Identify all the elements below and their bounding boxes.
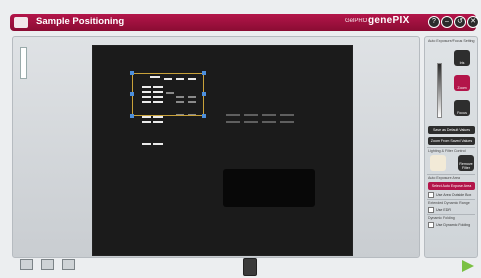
- iris-button[interactable]: Iris: [454, 50, 470, 66]
- window-title: Sample Positioning: [36, 16, 125, 27]
- home-icon[interactable]: [20, 259, 33, 270]
- brightness-slider[interactable]: [20, 47, 27, 79]
- resize-handle[interactable]: [202, 92, 206, 96]
- tray-icon[interactable]: [62, 259, 76, 270]
- drawer-knob-icon[interactable]: [243, 258, 257, 276]
- gel-layout-icon[interactable]: [41, 259, 55, 270]
- resize-handle[interactable]: [130, 71, 134, 75]
- iris-label: Iris: [459, 61, 465, 65]
- selection-box[interactable]: [132, 73, 204, 116]
- help-icon[interactable]: ?: [428, 16, 440, 28]
- divider: [427, 199, 475, 200]
- zoom-button[interactable]: Zoom: [454, 75, 470, 91]
- use-edr-checkbox[interactable]: Use EDR: [428, 207, 451, 213]
- select-area-button[interactable]: Select Auto Expose Area: [428, 182, 475, 190]
- filter-label: Remove Filter: [459, 162, 473, 170]
- brand-genepix: genePIX: [368, 15, 410, 26]
- ext-dynamic-section-label: Extended Dynamic Range: [428, 201, 470, 205]
- title-bar: Sample Positioning GelPRO genePIX ? – ↺ …: [10, 14, 479, 31]
- divider: [427, 147, 475, 148]
- minimize-icon[interactable]: –: [441, 16, 453, 28]
- save-default-button[interactable]: Save as Default Values: [428, 126, 475, 134]
- zoom-saved-button[interactable]: Zoom From Saved Values: [428, 137, 475, 145]
- resize-handle[interactable]: [202, 114, 206, 118]
- resize-handle[interactable]: [202, 71, 206, 75]
- divider: [427, 174, 475, 175]
- remove-filter-button[interactable]: Remove Filter: [458, 155, 474, 171]
- arrow-right-icon[interactable]: [462, 260, 474, 272]
- lighting-section-label: Lighting & Filter Control: [428, 149, 466, 153]
- brand-gelpro: GelPRO: [345, 18, 368, 24]
- dynamic-folding-section-label: Dynamic Folding: [428, 216, 455, 220]
- divider: [427, 214, 475, 215]
- close-icon[interactable]: ✕: [467, 16, 479, 28]
- exposure-slider[interactable]: [437, 63, 442, 118]
- camera-section-label: Auto Exposure/Focus Setting: [428, 39, 475, 43]
- refresh-icon[interactable]: ↺: [454, 16, 466, 28]
- zoom-label: Zoom: [457, 86, 467, 90]
- auto-exposure-section-label: Auto Exposure Area: [428, 176, 460, 180]
- focus-button[interactable]: Focus: [454, 100, 470, 116]
- exposure-region: [223, 169, 315, 207]
- lightbulb-icon[interactable]: [430, 155, 446, 171]
- resize-handle[interactable]: [130, 114, 134, 118]
- use-area-outside-checkbox[interactable]: Use Area Outside Box: [428, 192, 471, 198]
- app-icon: [14, 17, 28, 28]
- use-dynamic-folding-checkbox[interactable]: Use Dynamic Folding: [428, 222, 470, 228]
- focus-label: Focus: [457, 111, 467, 115]
- bottom-toolbar: [20, 259, 80, 273]
- resize-handle[interactable]: [130, 92, 134, 96]
